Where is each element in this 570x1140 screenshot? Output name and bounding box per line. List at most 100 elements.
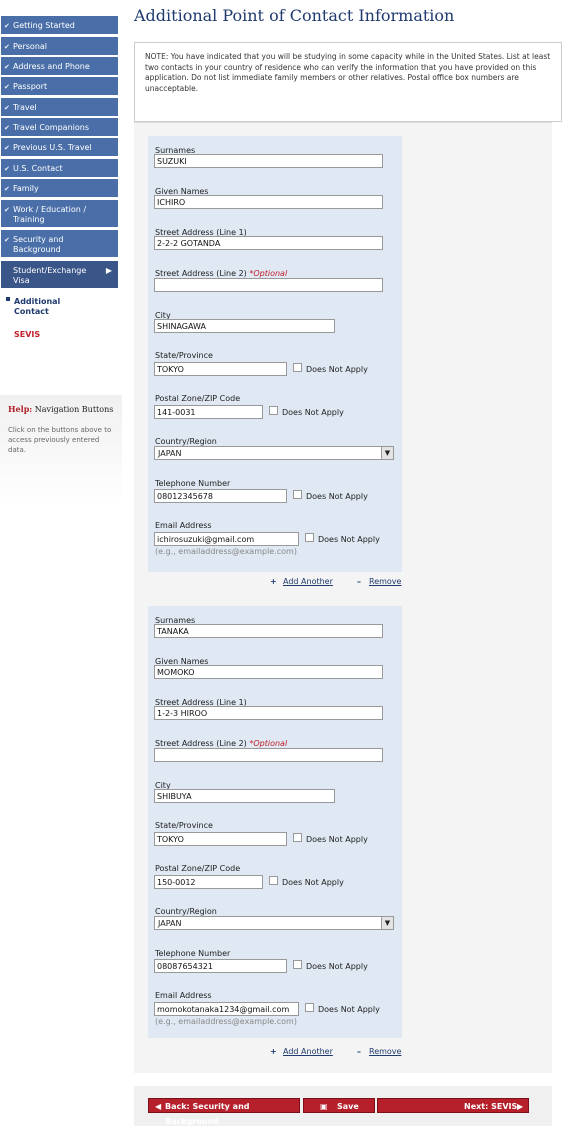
sidebar-item-label: Visa	[13, 276, 30, 285]
sidebar-item-getting-started[interactable]: ✔ Getting Started	[1, 16, 118, 35]
city-input[interactable]: SHIBUYA	[154, 789, 335, 803]
street1-input[interactable]: 2-2-2 GOTANDA	[154, 236, 383, 250]
expand-arrow-icon: ▶	[105, 266, 112, 275]
street2-label-text: Street Address (Line 2)	[155, 269, 247, 278]
sidebar-subitem-sevis[interactable]: SEVIS	[14, 330, 40, 340]
optional-marker: *Optional	[249, 269, 288, 278]
sidebar-item-passport[interactable]: ✔ Passport	[1, 77, 118, 96]
email-does-not-apply-label: Does Not Apply	[318, 535, 380, 544]
state-does-not-apply-label: Does Not Apply	[306, 365, 368, 374]
phone-input[interactable]: 08012345678	[154, 489, 287, 503]
optional-marker: *Optional	[249, 739, 288, 748]
postal-input[interactable]: 150-0012	[154, 875, 263, 889]
page-title: Additional Point of Contact Information	[134, 6, 455, 25]
state-label: State/Province	[155, 821, 213, 830]
help-title-prefix: Help:	[8, 404, 33, 414]
state-does-not-apply-checkbox[interactable]	[293, 363, 302, 372]
country-select-value: JAPAN	[158, 449, 182, 458]
email-input[interactable]: momokotanaka1234@gmail.com	[154, 1002, 299, 1016]
current-step-bullet	[6, 297, 10, 301]
street1-input[interactable]: 1-2-3 HIROO	[154, 706, 383, 720]
state-does-not-apply-label: Does Not Apply	[306, 835, 368, 844]
country-select[interactable]: JAPAN ▼	[154, 916, 394, 930]
sidebar-item-previous-u-s-travel[interactable]: ✔ Previous U.S. Travel	[1, 138, 118, 157]
email-label: Email Address	[155, 521, 212, 530]
postal-label: Postal Zone/ZIP Code	[155, 394, 241, 403]
subitem-label: SEVIS	[14, 330, 41, 339]
back-button[interactable]: ◀ Back: Security and Background	[148, 1098, 300, 1126]
sidebar-item-label: Student/Exchange	[13, 266, 87, 275]
sidebar-item-u-s-contact[interactable]: ✔ U.S. Contact	[1, 159, 118, 178]
sidebar-item-label: Family	[13, 184, 39, 193]
country-select[interactable]: JAPAN ▼	[154, 446, 394, 460]
chevron-down-icon: ▼	[381, 447, 393, 459]
postal-does-not-apply-label: Does Not Apply	[282, 408, 344, 417]
email-label: Email Address	[155, 991, 212, 1000]
sidebar-item-label: Address and Phone	[13, 62, 90, 71]
street2-label: Street Address (Line 2) *Optional	[155, 269, 287, 278]
sidebar-item-label: Personal	[13, 42, 48, 51]
street2-input[interactable]	[154, 748, 383, 762]
phone-does-not-apply-label: Does Not Apply	[306, 492, 368, 501]
state-input[interactable]: TOKYO	[154, 832, 287, 846]
minus-icon: –	[357, 1047, 361, 1056]
check-icon: ✔	[4, 236, 10, 244]
remove-link[interactable]: Remove	[369, 1047, 401, 1056]
remove-link[interactable]: Remove	[369, 577, 401, 586]
street2-input[interactable]	[154, 278, 383, 292]
country-label: Country/Region	[155, 437, 217, 446]
plus-icon: +	[270, 577, 277, 586]
add-another-link[interactable]: Add Another	[283, 1047, 333, 1056]
given-names-input[interactable]: MOMOKO	[154, 665, 383, 679]
sidebar-item-label: Getting Started	[13, 21, 75, 30]
check-icon: ✔	[4, 43, 10, 51]
help-box: Help: Navigation Buttons Click on the bu…	[0, 395, 122, 505]
check-icon: ✔	[4, 104, 10, 112]
note-box: NOTE: You have indicated that you will b…	[134, 42, 562, 122]
sidebar-item-family[interactable]: ✔ Family	[1, 179, 118, 198]
sidebar-item-label: Work / Education /	[13, 205, 87, 214]
add-another-link[interactable]: Add Another	[283, 577, 333, 586]
sidebar-item-travel-companions[interactable]: ✔ Travel Companions	[1, 118, 118, 137]
save-icon: ▣	[320, 1102, 328, 1111]
surnames-input[interactable]: SUZUKI	[154, 154, 383, 168]
postal-does-not-apply-checkbox[interactable]	[269, 406, 278, 415]
next-button[interactable]: Next: SEVIS ▶	[377, 1098, 529, 1113]
save-button[interactable]: ▣ Save	[303, 1098, 375, 1113]
check-icon: ✔	[4, 124, 10, 132]
sidebar-item-address-and-phone[interactable]: ✔ Address and Phone	[1, 57, 118, 76]
given-names-input[interactable]: ICHIRO	[154, 195, 383, 209]
postal-does-not-apply-label: Does Not Apply	[282, 878, 344, 887]
state-label: State/Province	[155, 351, 213, 360]
check-icon: ✔	[4, 144, 10, 152]
email-does-not-apply-checkbox[interactable]	[305, 533, 314, 542]
sidebar-item-security-and-background[interactable]: ✔ Security and Background	[1, 230, 118, 258]
email-does-not-apply-checkbox[interactable]	[305, 1003, 314, 1012]
email-input[interactable]: ichirosuzuki@gmail.com	[154, 532, 299, 546]
city-input[interactable]: SHINAGAWA	[154, 319, 335, 333]
email-hint: (e.g., emailaddress@example.com)	[155, 547, 297, 556]
check-icon: ✔	[4, 206, 10, 214]
sidebar-item-work-education-training[interactable]: ✔ Work / Education / Training	[1, 200, 118, 228]
plus-icon: +	[270, 1047, 277, 1056]
phone-does-not-apply-label: Does Not Apply	[306, 962, 368, 971]
sidebar-item-personal[interactable]: ✔ Personal	[1, 37, 118, 56]
postal-does-not-apply-checkbox[interactable]	[269, 876, 278, 885]
phone-does-not-apply-checkbox[interactable]	[293, 960, 302, 969]
phone-input[interactable]: 08087654321	[154, 959, 287, 973]
back-arrow-icon: ◀	[155, 1102, 162, 1111]
minus-icon: –	[357, 577, 361, 586]
state-does-not-apply-checkbox[interactable]	[293, 833, 302, 842]
street2-label-text: Street Address (Line 2)	[155, 739, 247, 748]
phone-does-not-apply-checkbox[interactable]	[293, 490, 302, 499]
sidebar-item-label: Previous U.S. Travel	[13, 143, 92, 152]
sidebar-subitem-additional-contact[interactable]: Additional Contact	[14, 297, 60, 317]
next-arrow-icon: ▶	[517, 1102, 524, 1111]
sidebar-item-label: Security and	[13, 235, 64, 244]
sidebar-item-student-exchange-visa[interactable]: ▶ Student/Exchange Visa	[1, 261, 118, 289]
state-input[interactable]: TOKYO	[154, 362, 287, 376]
surnames-input[interactable]: TANAKA	[154, 624, 383, 638]
next-button-label: Next: SEVIS	[464, 1102, 518, 1111]
sidebar-item-travel[interactable]: ✔ Travel	[1, 98, 118, 117]
postal-input[interactable]: 141-0031	[154, 405, 263, 419]
